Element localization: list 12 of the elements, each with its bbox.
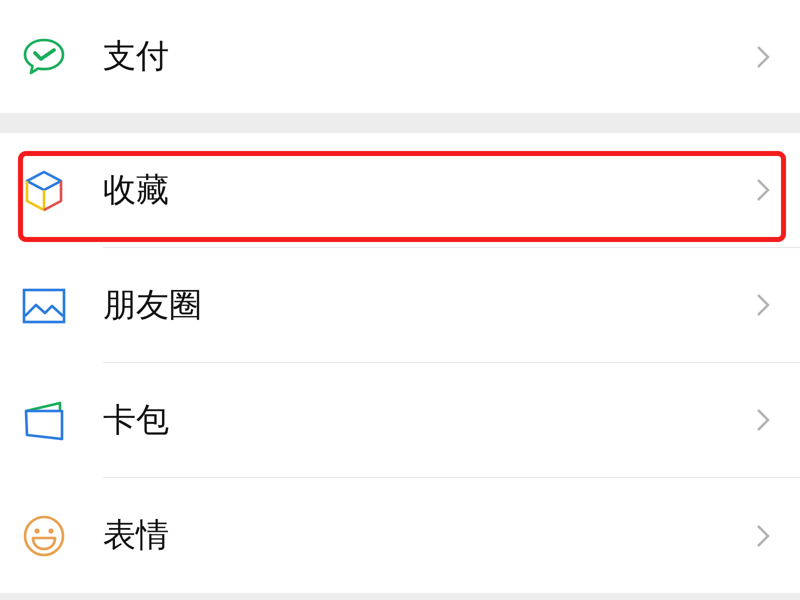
chevron-icon [756,178,770,202]
smiley-icon [22,514,66,558]
menu-item-label[interactable]: 表情 [103,513,169,558]
chevron-icon [756,293,770,317]
menu-item-label[interactable]: 收藏 [103,168,169,212]
menu-item-label[interactable]: 朋友圈 [103,282,202,328]
chevron-icon [756,524,770,548]
menu-item-label[interactable]: 支付 [103,34,169,79]
chevron-icon [756,44,770,68]
wallet-icon [22,398,66,442]
chevron-icon [756,408,770,432]
menu-item-label[interactable]: 卡包 [103,398,169,442]
